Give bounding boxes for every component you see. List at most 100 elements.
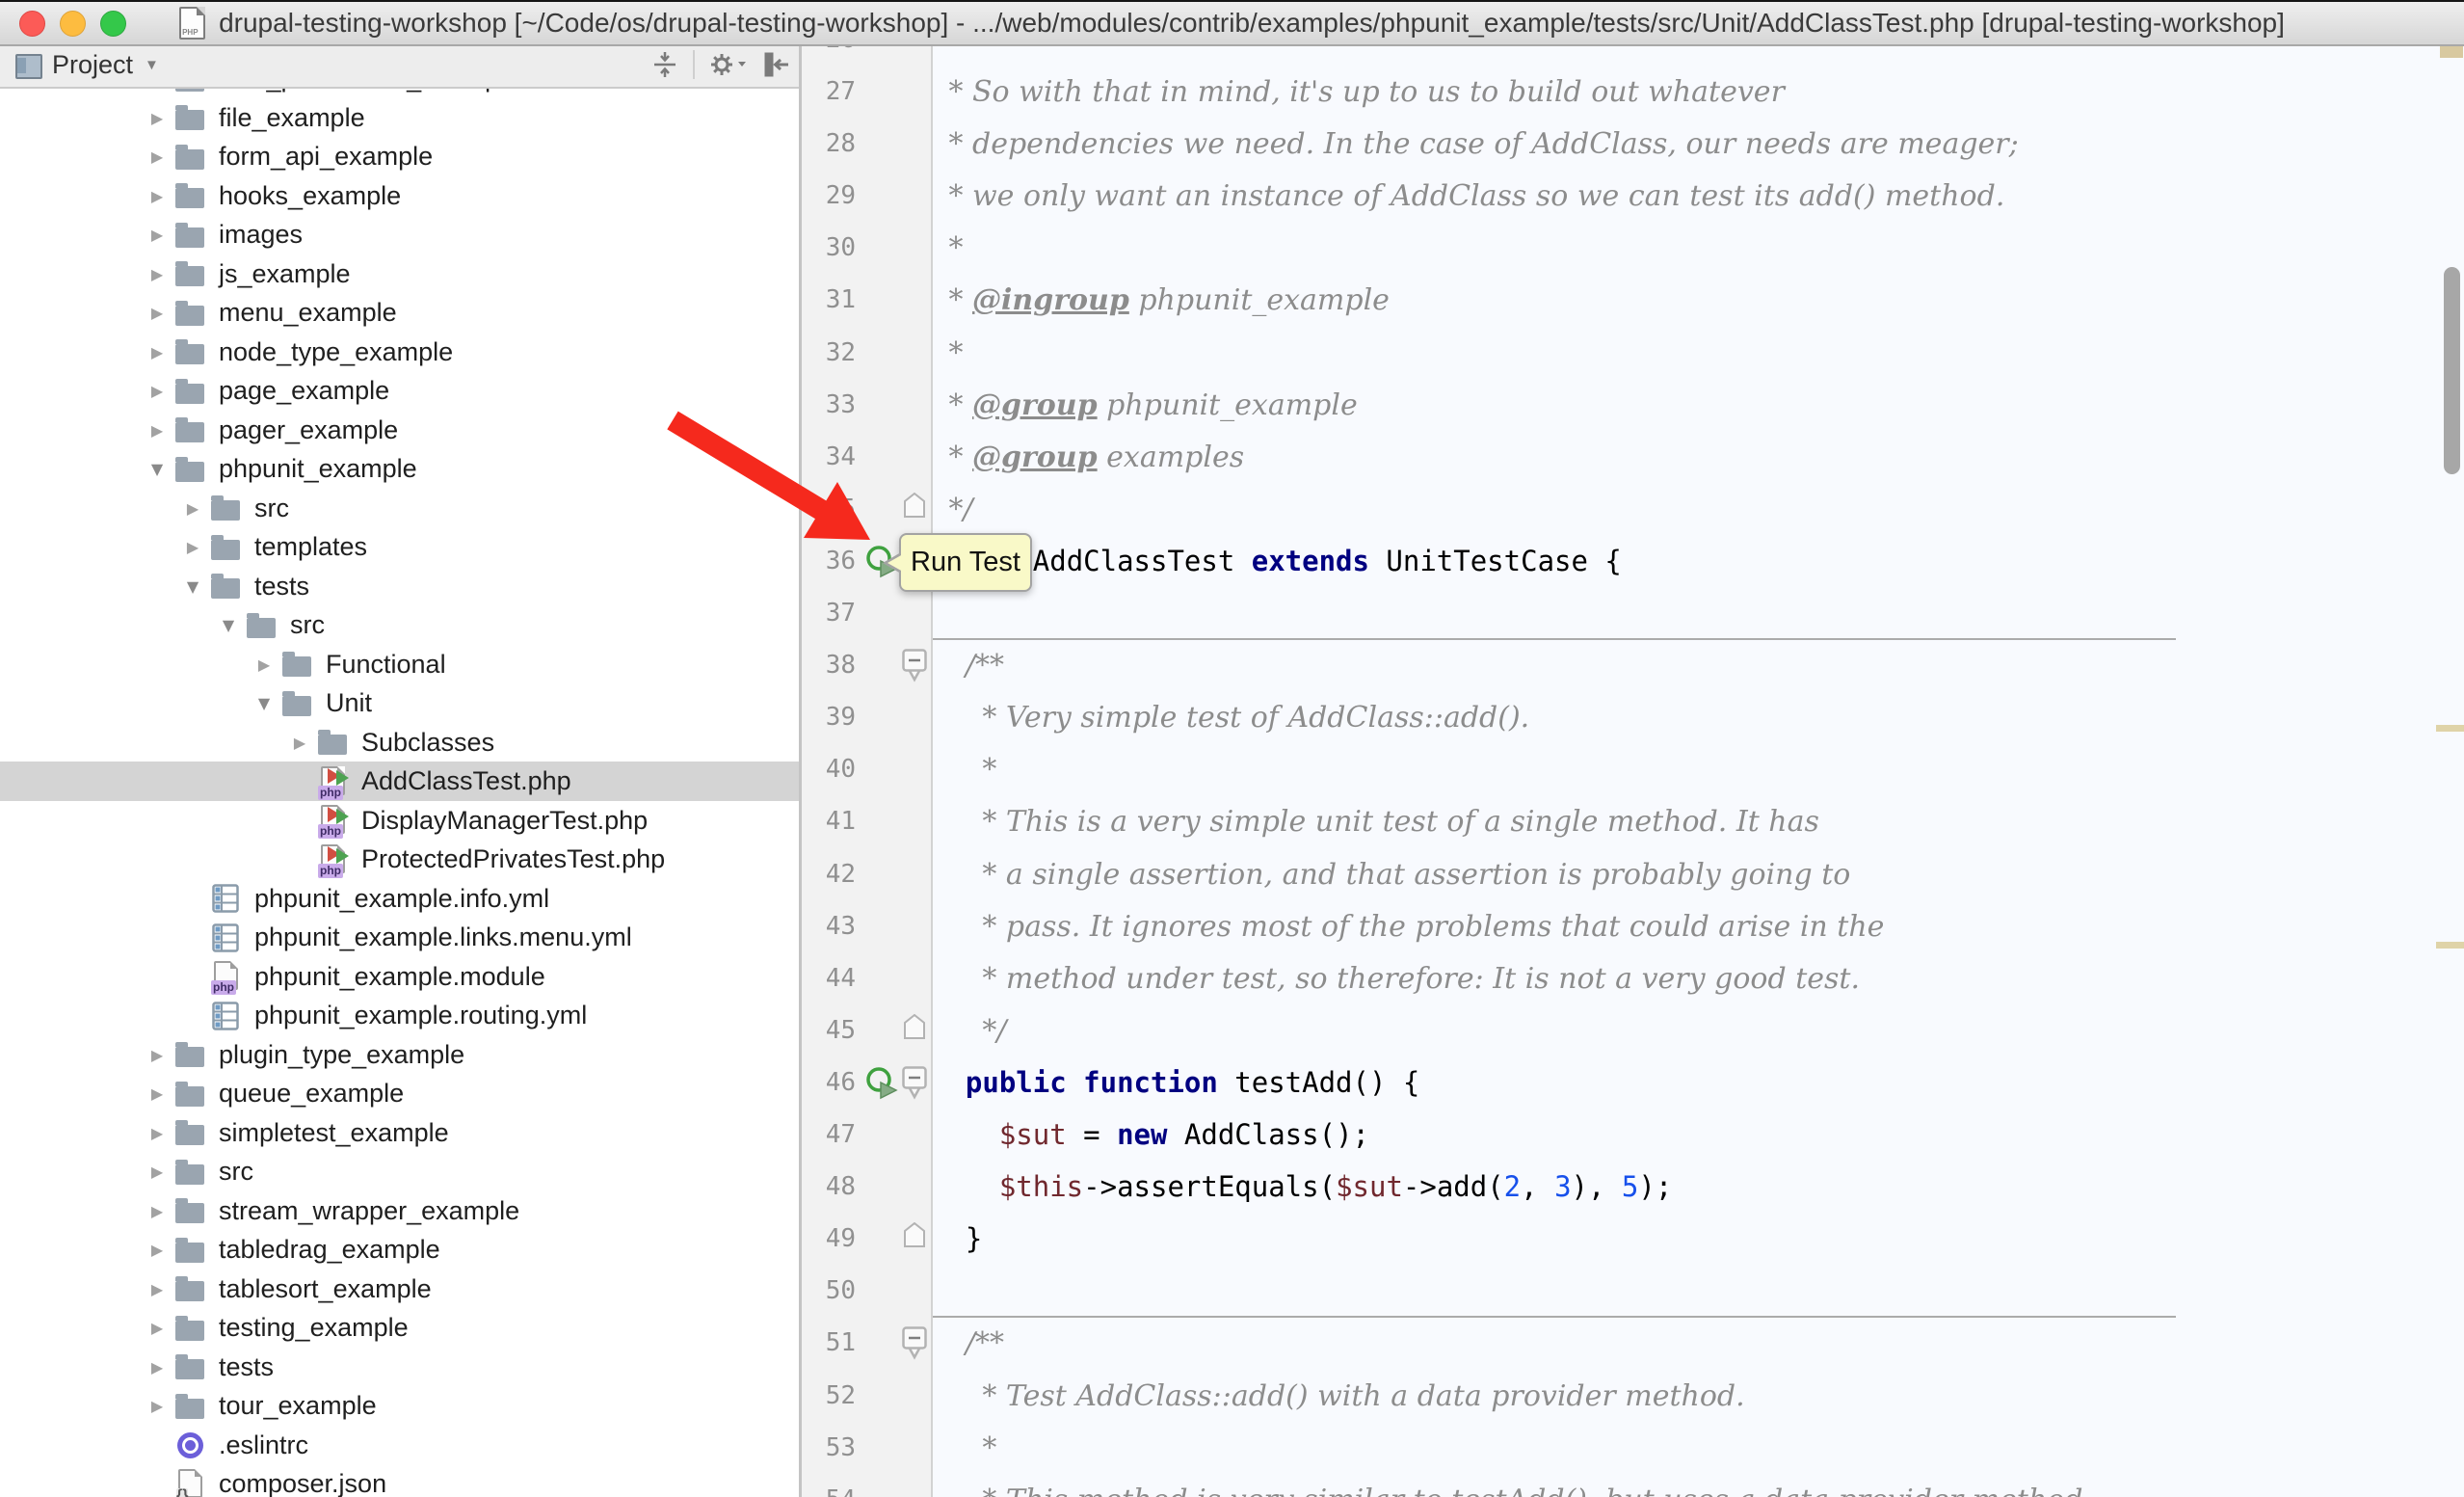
minimize-button[interactable] [60, 11, 86, 37]
tree-collapse-arrow-icon[interactable]: ▼ [252, 694, 277, 712]
code-line-27[interactable]: * So with that in mind, it's up to us to… [932, 66, 1785, 118]
tree-item-protectedprivatestest-php[interactable]: phpProtectedPrivatesTest.php [0, 840, 799, 879]
tree-item-templates[interactable]: ▶templates [0, 527, 799, 567]
tree-collapse-arrow-icon[interactable]: ▼ [145, 460, 170, 478]
code-line-29[interactable]: * we only want an instance of AddClass s… [932, 170, 2004, 222]
tree-expand-arrow-icon[interactable]: ▶ [180, 538, 205, 556]
tree-item-testing-example[interactable]: ▶testing_example [0, 1308, 799, 1348]
tree-expand-arrow-icon[interactable]: ▶ [145, 421, 170, 440]
tree-item-phpunit-example-links-menu-yml[interactable]: phpunit_example.links.menu.yml [0, 918, 799, 957]
tree-item-src[interactable]: ▶src [0, 489, 799, 528]
code-line-40[interactable]: * [932, 743, 996, 795]
code-line-49[interactable]: } [932, 1213, 982, 1265]
settings-gear-icon[interactable] [708, 50, 749, 79]
fold-region-collapse-icon[interactable] [902, 1326, 927, 1361]
error-stripe-mark[interactable] [2440, 44, 2463, 58]
tree-item-plugin-type-example[interactable]: ▶plugin_type_example [0, 1035, 799, 1075]
tree-expand-arrow-icon[interactable]: ▶ [287, 734, 312, 752]
code-line-44[interactable]: * method under test, so therefore: It is… [932, 952, 1860, 1004]
tree-collapse-arrow-icon[interactable]: ▼ [216, 616, 241, 634]
collapse-all-icon[interactable] [650, 50, 679, 79]
tree-item-images[interactable]: ▶images [0, 215, 799, 254]
tree-item-phpunit-example-module[interactable]: phpphpunit_example.module [0, 957, 799, 997]
code-line-33[interactable]: * @group phpunit_example [932, 379, 1358, 431]
tree-expand-arrow-icon[interactable]: ▶ [252, 655, 277, 674]
tree-expand-arrow-icon[interactable]: ▶ [145, 304, 170, 322]
tree-expand-arrow-icon[interactable]: ▶ [145, 1084, 170, 1103]
fold-region-end-icon[interactable] [904, 493, 925, 518]
tree-collapse-arrow-icon[interactable]: ▼ [180, 577, 205, 596]
tree-expand-arrow-icon[interactable]: ▶ [145, 1358, 170, 1377]
tree-item--eslintrc[interactable]: .eslintrc [0, 1426, 799, 1465]
code-line-32[interactable]: * [932, 327, 963, 379]
tree-expand-arrow-icon[interactable]: ▶ [145, 1046, 170, 1064]
code-line-46[interactable]: public function testAdd() { [932, 1056, 1419, 1109]
fold-region-end-icon[interactable] [904, 1014, 925, 1039]
window-titlebar[interactable]: drupal-testing-workshop [~/Code/os/drupa… [0, 0, 2464, 46]
tree-item-tests[interactable]: ▶tests [0, 1348, 799, 1387]
code-line-30[interactable]: * [932, 222, 963, 274]
close-button[interactable] [19, 11, 45, 37]
tree-item-file-example[interactable]: ▶file_example [0, 98, 799, 138]
code-line-53[interactable]: * [932, 1422, 996, 1474]
code-line-43[interactable]: * pass. It ignores most of the problems … [932, 900, 1884, 952]
fold-region-collapse-icon[interactable] [902, 649, 927, 683]
code-line-45[interactable]: */ [932, 1004, 1007, 1056]
tree-item-phpunit-example[interactable]: ▼phpunit_example [0, 449, 799, 489]
tree-item-queue-example[interactable]: ▶queue_example [0, 1074, 799, 1113]
code-line-36[interactable]: class AddClassTest extends UnitTestCase … [932, 535, 1622, 587]
tree-item-tour-example[interactable]: ▶tour_example [0, 1386, 799, 1426]
tree-expand-arrow-icon[interactable]: ▶ [145, 265, 170, 283]
code-line-48[interactable]: $this->assertEquals($sut->add(2, 3), 5); [932, 1161, 1672, 1213]
tree-item-simpletest-example[interactable]: ▶simpletest_example [0, 1113, 799, 1153]
tree-expand-arrow-icon[interactable]: ▶ [145, 187, 170, 205]
fold-region-end-icon[interactable] [904, 1222, 925, 1247]
tree-item-displaymanagertest-php[interactable]: phpDisplayManagerTest.php [0, 801, 799, 841]
tree-expand-arrow-icon[interactable]: ▶ [145, 1397, 170, 1415]
tree-expand-arrow-icon[interactable]: ▶ [180, 499, 205, 518]
vertical-scrollbar-thumb[interactable] [2444, 267, 2460, 474]
tree-item-js-example[interactable]: ▶js_example [0, 254, 799, 294]
tree-item-menu-example[interactable]: ▶menu_example [0, 293, 799, 333]
tree-expand-arrow-icon[interactable]: ▶ [145, 1241, 170, 1259]
run-test-gutter-icon[interactable] [865, 1066, 900, 1101]
tree-expand-arrow-icon[interactable]: ▶ [145, 226, 170, 244]
tree-expand-arrow-icon[interactable]: ▶ [145, 1163, 170, 1181]
tree-item-phpunit-example-info-yml[interactable]: phpunit_example.info.yml [0, 879, 799, 919]
tree-expand-arrow-icon[interactable]: ▶ [145, 343, 170, 361]
code-line-39[interactable]: * Very simple test of AddClass::add(). [932, 691, 1529, 743]
code-line-51[interactable]: /** [932, 1317, 1004, 1369]
tree-expand-arrow-icon[interactable]: ▶ [145, 1124, 170, 1142]
tree-item-phpunit-example-routing-yml[interactable]: phpunit_example.routing.yml [0, 996, 799, 1035]
tree-item-node-type-example[interactable]: ▶node_type_example [0, 333, 799, 372]
tree-item-hooks-example[interactable]: ▶hooks_example [0, 176, 799, 216]
tree-item-tablesort-example[interactable]: ▶tablesort_example [0, 1270, 799, 1309]
fold-region-collapse-icon[interactable] [902, 1066, 927, 1101]
code-line-38[interactable]: /** [932, 639, 1004, 691]
tree-item-composer-json[interactable]: {}composer.json [0, 1464, 799, 1497]
tree-item-src[interactable]: ▼src [0, 605, 799, 645]
error-stripe-mark[interactable] [2436, 942, 2464, 949]
code-line-54[interactable]: * This method is very similar to testAdd… [932, 1474, 2082, 1497]
tree-item-addclasstest-php[interactable]: phpAddClassTest.php [0, 762, 799, 801]
tree-item-unit[interactable]: ▼Unit [0, 683, 799, 723]
tree-expand-arrow-icon[interactable]: ▶ [145, 147, 170, 166]
tree-expand-arrow-icon[interactable]: ▶ [145, 109, 170, 127]
hide-panel-icon[interactable] [762, 50, 791, 79]
zoom-button[interactable] [100, 11, 126, 37]
tree-item-pager-example[interactable]: ▶pager_example [0, 411, 799, 450]
tree-expand-arrow-icon[interactable]: ▶ [145, 1280, 170, 1298]
tree-expand-arrow-icon[interactable]: ▶ [145, 1319, 170, 1337]
tree-item-subclasses[interactable]: ▶Subclasses [0, 723, 799, 762]
code-line-35[interactable]: */ [932, 483, 973, 535]
tree-item-functional[interactable]: ▶Functional [0, 645, 799, 684]
tree-item-form-api-example[interactable]: ▶form_api_example [0, 137, 799, 176]
tree-item-tabledrag-example[interactable]: ▶tabledrag_example [0, 1230, 799, 1270]
code-line-34[interactable]: * @group examples [932, 431, 1244, 483]
code-line-42[interactable]: * a single assertion, and that assertion… [932, 848, 1850, 900]
code-line-47[interactable]: $sut = new AddClass(); [932, 1109, 1369, 1161]
project-tab[interactable]: Project ▼ [13, 50, 159, 80]
tree-item-page-example[interactable]: ▶page_example [0, 371, 799, 411]
code-line-31[interactable]: * @ingroup phpunit_example [932, 274, 1390, 326]
error-stripe-mark[interactable] [2436, 725, 2464, 732]
